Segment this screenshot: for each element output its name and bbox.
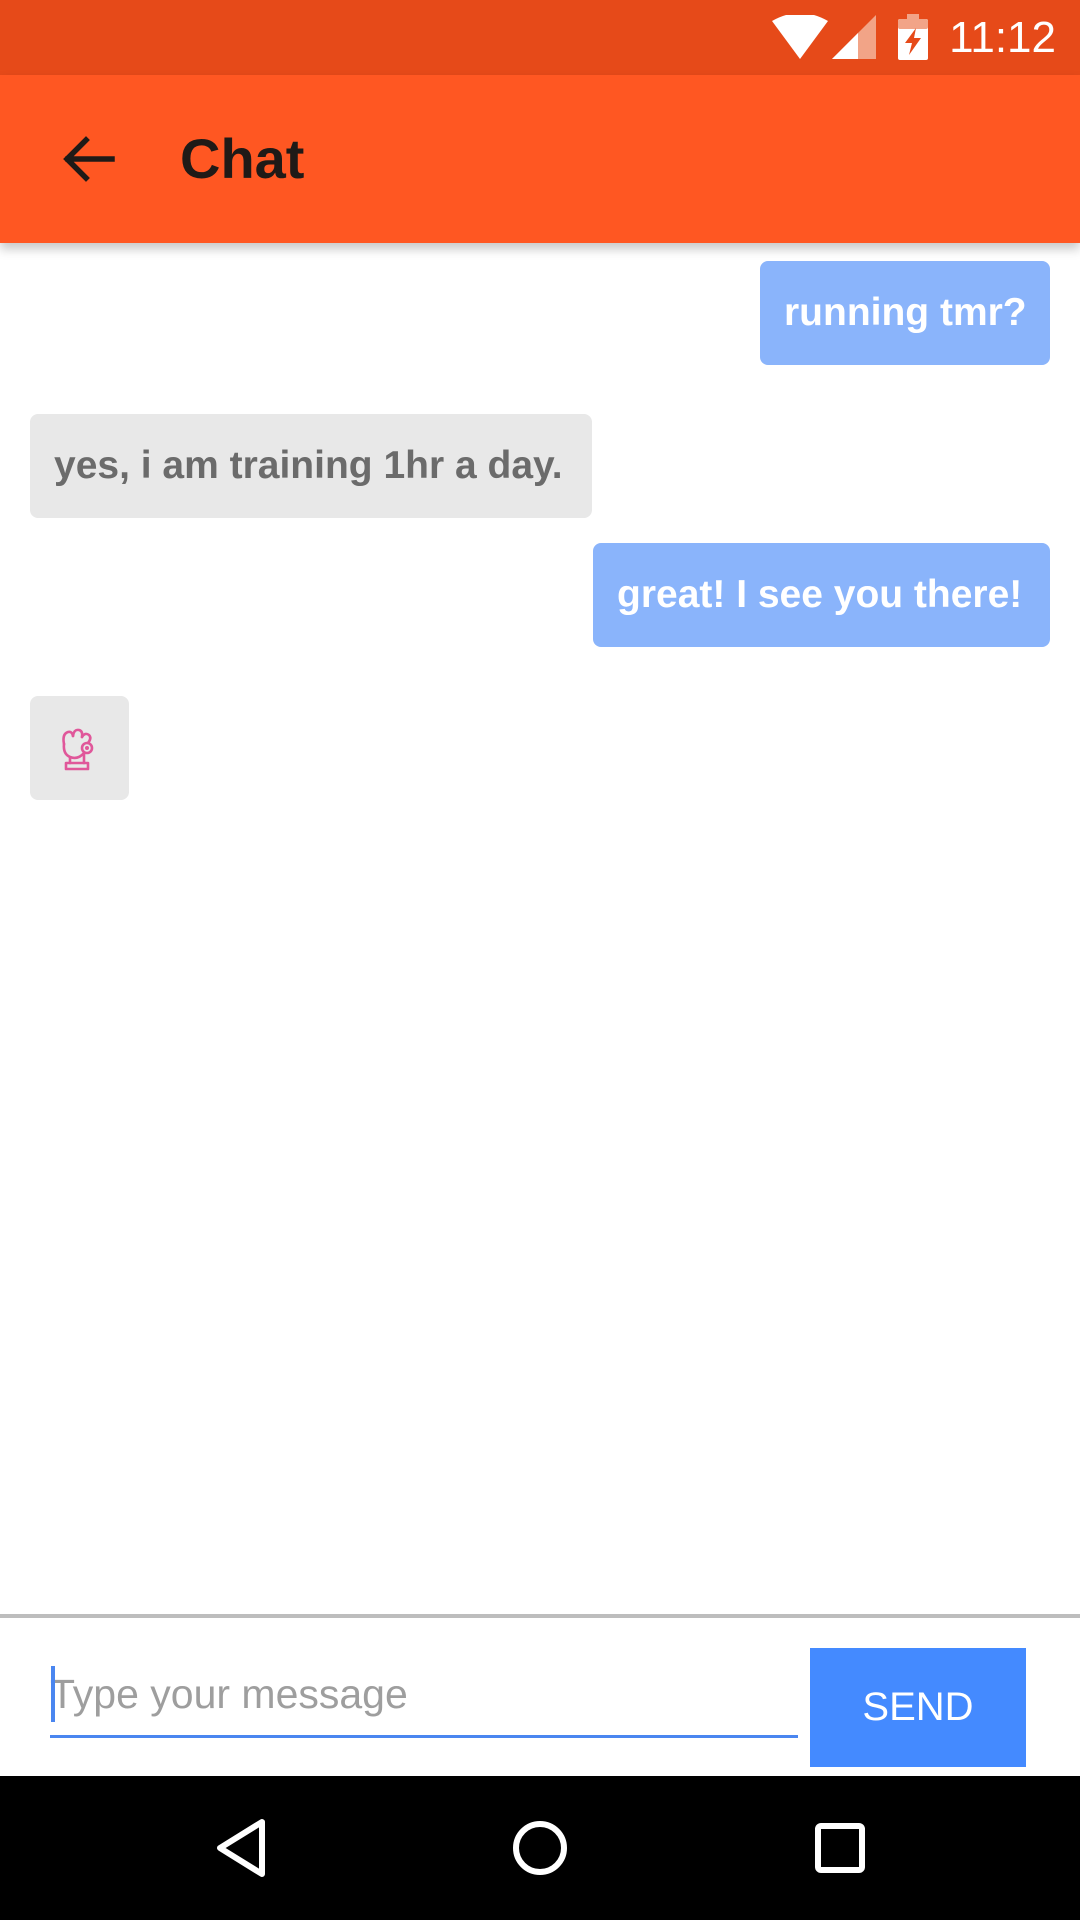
message-bubble-incoming[interactable]: yes, i am training 1hr a day. [30, 414, 592, 518]
cell-signal-icon [832, 15, 876, 59]
nav-recents-icon [815, 1823, 865, 1873]
battery-charging-icon [898, 14, 928, 60]
status-bar: 11:12 [0, 0, 1080, 75]
message-list[interactable]: running tmr? yes, i am training 1hr a da… [0, 243, 1080, 1615]
nav-back-icon [217, 1819, 265, 1877]
ok-hand-icon [62, 728, 94, 771]
status-time: 11:12 [949, 13, 1056, 62]
message-input[interactable] [50, 1654, 798, 1738]
text-cursor [51, 1666, 55, 1722]
nav-home-button[interactable] [488, 1796, 592, 1900]
message-bubble-outgoing[interactable]: great! I see you there! [593, 543, 1050, 647]
message-bubble-outgoing[interactable]: running tmr? [760, 261, 1050, 365]
wifi-icon [772, 15, 828, 59]
chat-screen: 11:12 Chat running tmr? yes, i am traini… [0, 0, 1080, 1920]
nav-recents-button[interactable] [788, 1796, 892, 1900]
arrow-left-icon [63, 136, 115, 182]
page-title: Chat [180, 127, 305, 190]
system-nav-bar [0, 1776, 1080, 1920]
app-bar: Chat [0, 75, 1080, 243]
back-button[interactable] [40, 111, 136, 207]
nav-back-button[interactable] [190, 1796, 294, 1900]
nav-home-icon [513, 1821, 567, 1875]
composer-bar: SEND [0, 1614, 1080, 1776]
send-button[interactable]: SEND [810, 1648, 1026, 1767]
sticker-message-bubble[interactable] [30, 696, 129, 800]
